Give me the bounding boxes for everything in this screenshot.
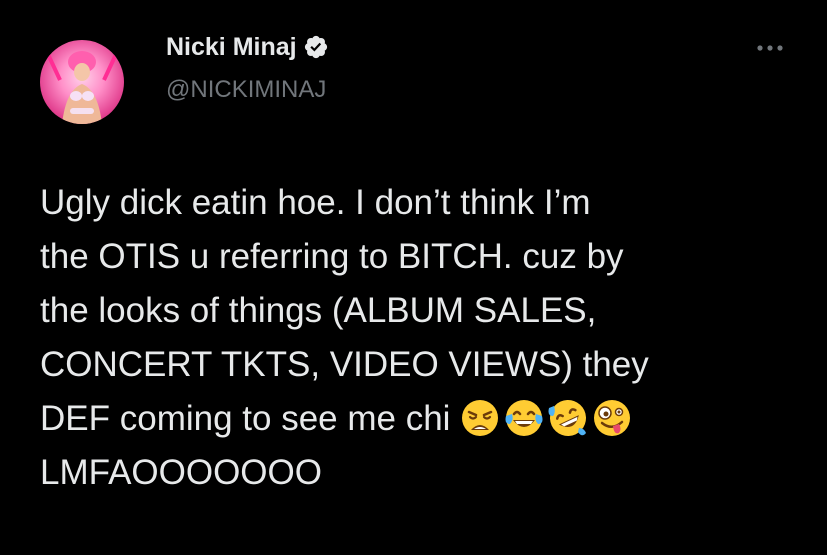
tweet-text-line: the looks of things (ALBUM SALES, bbox=[40, 291, 597, 330]
verified-badge-icon bbox=[303, 34, 329, 60]
rolling-on-the-floor-laughing-icon bbox=[548, 398, 588, 438]
more-options-button[interactable] bbox=[752, 38, 788, 58]
author-name-row[interactable]: Nicki Minaj bbox=[166, 30, 329, 64]
avatar[interactable] bbox=[40, 40, 124, 124]
ellipsis-icon bbox=[757, 45, 783, 51]
weary-face-icon bbox=[460, 398, 500, 438]
face-with-tears-of-joy-icon bbox=[504, 398, 544, 438]
tweet-text-line-with-emojis: DEF coming to see me chi bbox=[40, 392, 800, 446]
tweet-text-line: CONCERT TKTS, VIDEO VIEWS) they bbox=[40, 345, 649, 384]
author-handle[interactable]: @NICKIMINAJ bbox=[166, 76, 326, 104]
tweet-card: Nicki Minaj @NICKIMINAJ Ugly dick eatin … bbox=[0, 0, 827, 555]
tweet-text-line: LMFAOOOOOOO bbox=[40, 453, 322, 492]
emoji-group bbox=[460, 398, 632, 438]
tweet-text-segment: DEF coming to see me chi bbox=[40, 399, 451, 438]
tweet-text-line: the OTIS u referring to BITCH. cuz by bbox=[40, 237, 624, 276]
zany-face-icon bbox=[592, 398, 632, 438]
display-name[interactable]: Nicki Minaj bbox=[166, 33, 297, 62]
tweet-text: Ugly dick eatin hoe. I don’t think I’m t… bbox=[40, 176, 800, 500]
tweet-text-line: Ugly dick eatin hoe. I don’t think I’m bbox=[40, 183, 591, 222]
profile-photo-icon bbox=[44, 49, 120, 124]
